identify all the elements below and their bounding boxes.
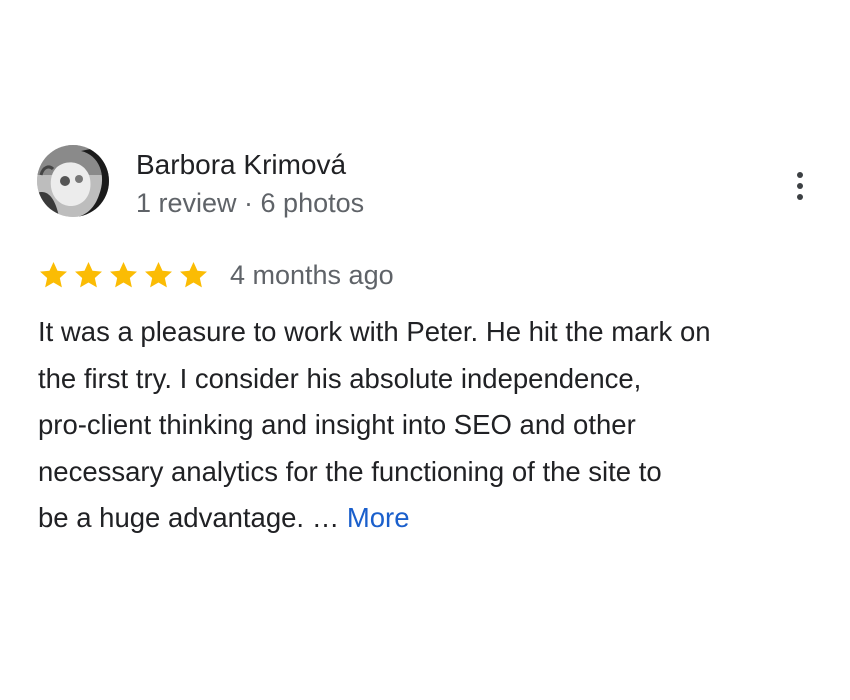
more-link[interactable]: More bbox=[347, 502, 410, 533]
rating-row: 4 months ago bbox=[37, 258, 394, 292]
star-icon bbox=[37, 259, 70, 292]
star-icon bbox=[177, 259, 210, 292]
avatar-photo bbox=[37, 145, 109, 217]
options-dot bbox=[797, 183, 803, 189]
review-text-line: It was a pleasure to work with Peter. He… bbox=[38, 316, 711, 347]
review-text: It was a pleasure to work with Peter. He… bbox=[38, 309, 828, 542]
avatar[interactable] bbox=[37, 145, 109, 217]
review-text-tail: be a huge advantage. … bbox=[38, 502, 340, 533]
review-date: 4 months ago bbox=[230, 260, 394, 290]
review-text-line: pro-client thinking and insight into SEO… bbox=[38, 409, 636, 440]
options-dot bbox=[797, 194, 803, 200]
options-dot bbox=[797, 172, 803, 178]
star-icon bbox=[107, 259, 140, 292]
review-text-line-last: be a huge advantage. … More bbox=[38, 495, 828, 542]
star-icon bbox=[142, 259, 175, 292]
review-card: Barbora Krimová 1 review · 6 photos 4 mo… bbox=[0, 0, 850, 700]
star-icon bbox=[72, 259, 105, 292]
author-name[interactable]: Barbora Krimová bbox=[136, 148, 346, 182]
more-vert-icon[interactable] bbox=[782, 166, 818, 206]
author-meta[interactable]: 1 review · 6 photos bbox=[136, 186, 364, 220]
review-text-line: the first try. I consider his absolute i… bbox=[38, 362, 642, 394]
review-text-line: necessary analytics for the functioning … bbox=[38, 455, 662, 487]
star-rating bbox=[37, 259, 210, 292]
